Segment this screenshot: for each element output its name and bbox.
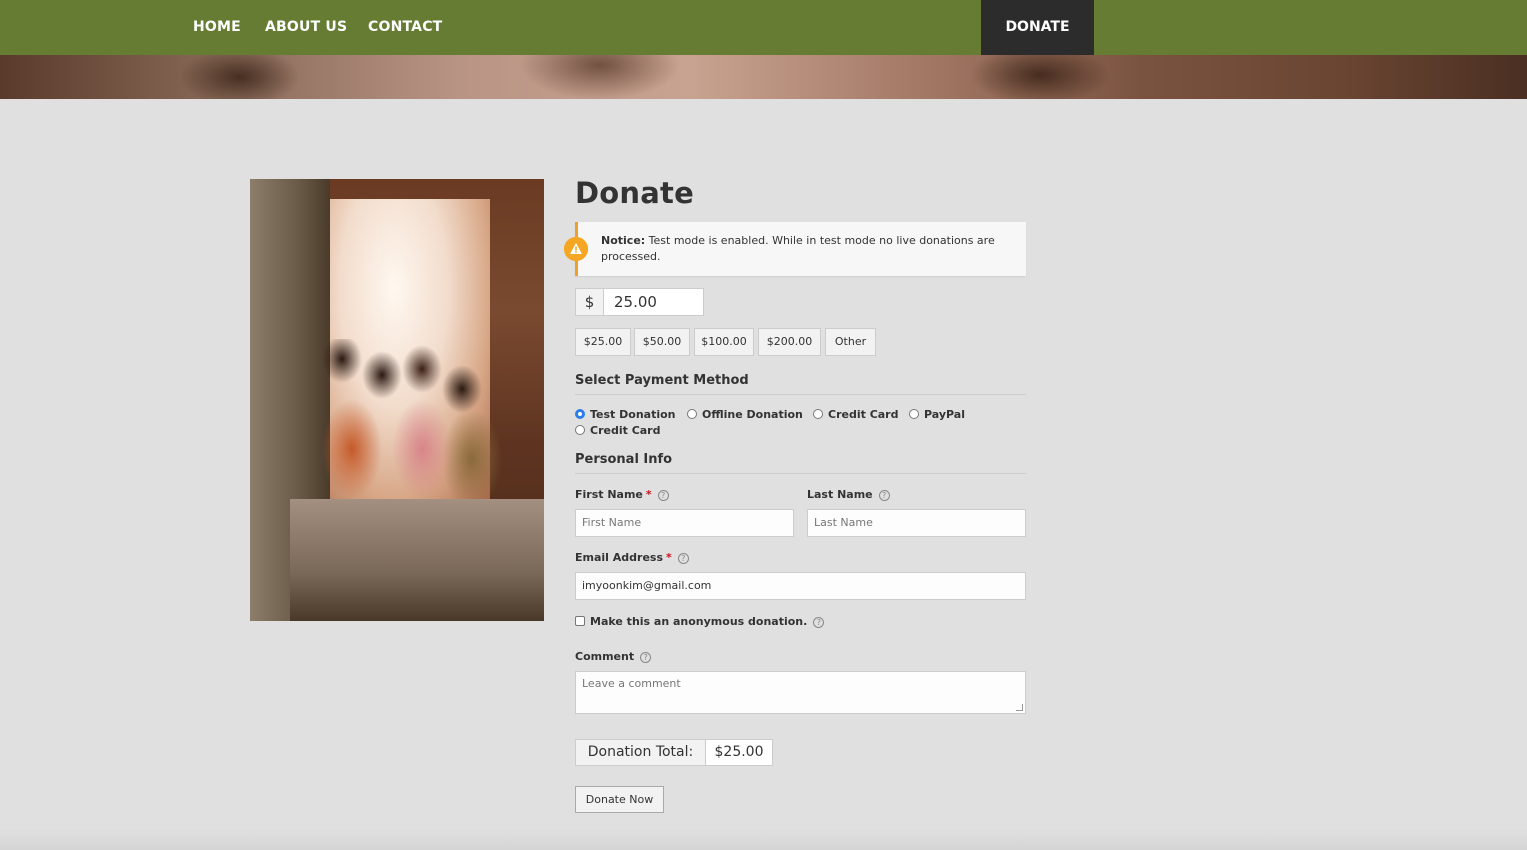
email-field[interactable]: imyoonkim@gmail.com xyxy=(575,572,1026,600)
radio-icon[interactable] xyxy=(909,409,919,419)
form-title: Donate xyxy=(575,176,694,210)
hero-banner-image xyxy=(0,55,1527,99)
warning-icon xyxy=(564,237,588,261)
nav-home-link[interactable]: HOME xyxy=(193,0,241,55)
donation-total-value: $25.00 xyxy=(706,739,773,766)
last-name-label: Last Name? xyxy=(807,488,890,501)
first-name-label: First Name *? xyxy=(575,488,669,501)
help-icon[interactable]: ? xyxy=(878,490,890,501)
required-marker: * xyxy=(645,488,652,501)
required-marker: * xyxy=(666,551,672,564)
level-button-200[interactable]: $200.00 xyxy=(758,328,821,356)
nav-about-link[interactable]: ABOUT US xyxy=(265,0,347,55)
level-button-other[interactable]: Other xyxy=(825,328,876,356)
anonymous-donation-option[interactable]: Make this an anonymous donation.? xyxy=(575,615,825,628)
help-icon[interactable]: ? xyxy=(813,617,825,628)
first-name-label-text: First Name xyxy=(575,488,643,501)
payment-option-label: Test Donation xyxy=(590,408,676,421)
payment-option-test-donation[interactable]: Test Donation xyxy=(575,408,676,422)
nav-contact-link[interactable]: CONTACT xyxy=(368,0,442,55)
comment-label: Comment? xyxy=(575,650,652,663)
radio-selected-icon[interactable] xyxy=(575,409,585,419)
payment-option-credit-card-2[interactable]: Credit Card xyxy=(575,424,661,438)
anonymous-label: Make this an anonymous donation. xyxy=(590,615,808,628)
email-label: Email Address *? xyxy=(575,551,689,564)
email-label-text: Email Address xyxy=(575,551,664,564)
radio-icon[interactable] xyxy=(813,409,823,419)
test-mode-notice: Notice: Test mode is enabled. While in t… xyxy=(564,222,1026,276)
help-icon[interactable]: ? xyxy=(640,652,652,663)
first-name-field[interactable]: First Name xyxy=(575,509,794,537)
donate-now-button[interactable]: Donate Now xyxy=(575,786,664,813)
level-button-25[interactable]: $25.00 xyxy=(575,328,631,356)
payment-option-paypal[interactable]: PayPal xyxy=(909,408,965,422)
payment-option-label: PayPal xyxy=(924,408,965,421)
comment-placeholder: Leave a comment xyxy=(582,677,681,690)
notice-text: Notice: Test mode is enabled. While in t… xyxy=(601,233,1011,265)
level-button-50[interactable]: $50.00 xyxy=(634,328,690,356)
amount-input[interactable]: 25.00 xyxy=(604,288,704,316)
payment-option-label: Credit Card xyxy=(590,424,661,437)
last-name-field[interactable]: Last Name xyxy=(807,509,1026,537)
comment-label-text: Comment xyxy=(575,650,635,663)
level-button-100[interactable]: $100.00 xyxy=(694,328,754,356)
currency-symbol: $ xyxy=(575,288,604,316)
radio-icon[interactable] xyxy=(687,409,697,419)
donation-total-label: Donation Total: xyxy=(575,739,706,766)
payment-option-offline-donation[interactable]: Offline Donation xyxy=(687,408,803,422)
notice-label: Notice: xyxy=(601,234,646,247)
personal-info-heading: Personal Info xyxy=(575,452,1026,474)
payment-option-label: Offline Donation xyxy=(702,408,803,421)
help-icon[interactable]: ? xyxy=(657,490,669,501)
top-navigation: HOME ABOUT US CONTACT DONATE xyxy=(0,0,1527,55)
donation-form-image xyxy=(250,179,544,621)
last-name-label-text: Last Name xyxy=(807,488,873,501)
comment-textarea[interactable]: Leave a comment xyxy=(575,671,1026,714)
payment-method-heading: Select Payment Method xyxy=(575,373,1026,395)
radio-icon[interactable] xyxy=(575,425,585,435)
help-icon[interactable]: ? xyxy=(677,553,689,564)
payment-option-credit-card[interactable]: Credit Card xyxy=(813,408,899,422)
anonymous-checkbox[interactable] xyxy=(575,616,585,626)
payment-option-label: Credit Card xyxy=(828,408,899,421)
nav-donate-link[interactable]: DONATE xyxy=(981,0,1094,55)
resize-handle-icon[interactable] xyxy=(1016,704,1023,711)
notice-message: Test mode is enabled. While in test mode… xyxy=(601,234,995,263)
footer-shadow xyxy=(0,828,1527,850)
